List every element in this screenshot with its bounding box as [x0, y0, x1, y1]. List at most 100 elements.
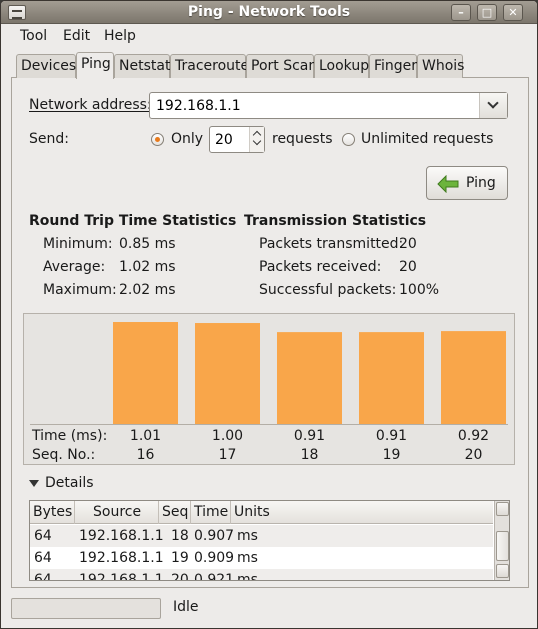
spin-down-icon[interactable] — [252, 136, 262, 146]
address-dropdown-button[interactable] — [479, 93, 507, 118]
tab-whois[interactable]: Whois — [417, 54, 464, 78]
rtt-min-value: 0.85 ms — [119, 236, 176, 252]
cell-time: 0.907 — [194, 528, 235, 544]
chart-seq-label: 18 — [301, 447, 319, 463]
ping-button[interactable]: Ping — [426, 166, 508, 200]
table-row[interactable]: 64 192.168.1.1 20 0.921 ms — [30, 569, 493, 581]
tab-port-scan[interactable]: Port Scan — [246, 54, 317, 78]
cell-bytes: 64 — [34, 572, 52, 581]
col-source-header[interactable]: Source — [75, 501, 159, 524]
tab-lookup[interactable]: Lookup — [314, 54, 369, 78]
col-units-header[interactable]: Units — [231, 501, 493, 524]
rtt-avg-value: 1.02 ms — [119, 259, 176, 275]
close-icon[interactable]: ✕ — [503, 4, 523, 21]
col-time-header[interactable]: Time — [191, 501, 231, 524]
title-bar[interactable]: Ping - Network Tools – □ ✕ — [1, 1, 537, 24]
requests-label: requests — [272, 131, 333, 147]
only-radio[interactable] — [151, 133, 164, 146]
tab-netstat[interactable]: Netstat — [114, 54, 170, 78]
cell-seq: 19 — [171, 550, 189, 566]
details-table: Bytes Source Seq Time Units 64 192.168.1… — [29, 500, 510, 581]
unlimited-radio[interactable] — [342, 133, 355, 146]
network-address-label: Network address: — [29, 97, 152, 113]
chart-seq-label: 17 — [219, 447, 237, 463]
scroll-up-icon[interactable] — [496, 502, 509, 516]
cell-time: 0.909 — [194, 550, 235, 566]
cell-source: 192.168.1.1 — [79, 572, 164, 581]
network-address-input[interactable] — [154, 95, 474, 116]
chevron-down-icon — [487, 97, 499, 109]
chart-seq-label: 20 — [465, 447, 483, 463]
scroll-down-icon[interactable] — [496, 564, 509, 578]
chart-seq-label: 16 — [137, 447, 155, 463]
ping-button-label: Ping — [466, 175, 496, 191]
cell-time: 0.921 — [194, 572, 235, 581]
tx-transmitted-label: Packets transmitted: — [259, 236, 404, 252]
network-address-combo[interactable] — [149, 92, 508, 119]
triangle-down-icon — [29, 480, 39, 487]
minimize-icon[interactable]: – — [451, 4, 471, 21]
table-row[interactable]: 64 192.168.1.1 19 0.909 ms — [30, 547, 493, 569]
cell-bytes: 64 — [34, 528, 52, 544]
chart-time-label: 1.01 — [130, 428, 161, 444]
chart-time-label: 0.91 — [376, 428, 407, 444]
rtt-stats-title: Round Trip Time Statistics — [29, 213, 237, 229]
chart-time-label: 1.00 — [212, 428, 243, 444]
chart-time-row-label: Time (ms): — [31, 428, 107, 444]
cell-seq: 18 — [171, 528, 189, 544]
rtt-max-label: Maximum: — [43, 282, 117, 298]
request-count-spinner[interactable] — [209, 126, 265, 153]
cell-seq: 20 — [171, 572, 189, 581]
tab-devices[interactable]: Devices — [16, 54, 76, 78]
scroll-thumb[interactable] — [496, 531, 509, 561]
rtt-min-label: Minimum: — [43, 236, 113, 252]
tx-transmitted-value: 20 — [399, 236, 417, 252]
arrow-left-icon — [437, 175, 459, 193]
tx-received-value: 20 — [399, 259, 417, 275]
details-table-header: Bytes Source Seq Time Units — [30, 501, 493, 524]
cell-units: ms — [237, 528, 258, 544]
chart-bar — [441, 331, 506, 424]
chart-time-label: 0.92 — [458, 428, 489, 444]
tx-success-label: Successful packets: — [259, 282, 397, 298]
table-row[interactable]: 64 192.168.1.1 18 0.907 ms — [30, 525, 493, 547]
chart-bar — [195, 323, 260, 424]
col-bytes-header[interactable]: Bytes — [30, 501, 75, 524]
cell-source: 192.168.1.1 — [79, 528, 164, 544]
chart-bar — [359, 332, 424, 424]
chart-seq-row-label: Seq. No.: — [32, 447, 95, 463]
menu-tool[interactable]: Tool — [20, 28, 47, 44]
menubar: Tool Edit Help — [1, 24, 537, 48]
col-seq-header[interactable]: Seq — [159, 501, 191, 524]
details-scrollbar[interactable] — [494, 501, 509, 580]
rtt-bar-chart: 1.01 16 1.00 17 0.91 18 0.91 19 0.92 20 Time (ms):… — [23, 313, 515, 465]
ping-window: Ping - Network Tools – □ ✕ Tool Edit Hel… — [0, 0, 538, 629]
tab-ping[interactable]: Ping — [76, 52, 114, 79]
tx-received-label: Packets received: — [259, 259, 382, 275]
cell-bytes: 64 — [34, 550, 52, 566]
spinner-arrows[interactable] — [249, 127, 264, 152]
send-label: Send: — [29, 131, 69, 147]
menu-help[interactable]: Help — [104, 28, 136, 44]
menu-edit[interactable]: Edit — [63, 28, 90, 44]
cell-units: ms — [237, 572, 258, 581]
request-count-input[interactable] — [213, 130, 247, 149]
chart-seq-label: 19 — [383, 447, 401, 463]
rtt-max-value: 2.02 ms — [119, 282, 176, 298]
details-label: Details — [45, 475, 94, 491]
status-text: Idle — [173, 599, 199, 615]
cell-units: ms — [237, 550, 258, 566]
progress-bar — [11, 598, 161, 619]
rtt-avg-label: Average: — [43, 259, 106, 275]
tab-finger[interactable]: Finger — [369, 54, 417, 78]
chart-svg: 1.01 16 1.00 17 0.91 18 0.91 19 0.92 20 Time (ms):… — [30, 322, 508, 463]
status-bar: Idle — [1, 594, 537, 628]
chart-time-label: 0.91 — [294, 428, 325, 444]
tab-traceroute[interactable]: Traceroute — [170, 54, 249, 78]
chart-bar — [113, 322, 178, 424]
unlimited-label[interactable]: Unlimited requests — [361, 131, 493, 147]
only-label[interactable]: Only — [171, 131, 203, 147]
cell-source: 192.168.1.1 — [79, 550, 164, 566]
maximize-icon[interactable]: □ — [477, 4, 497, 21]
tx-stats-title: Transmission Statistics — [244, 213, 427, 229]
